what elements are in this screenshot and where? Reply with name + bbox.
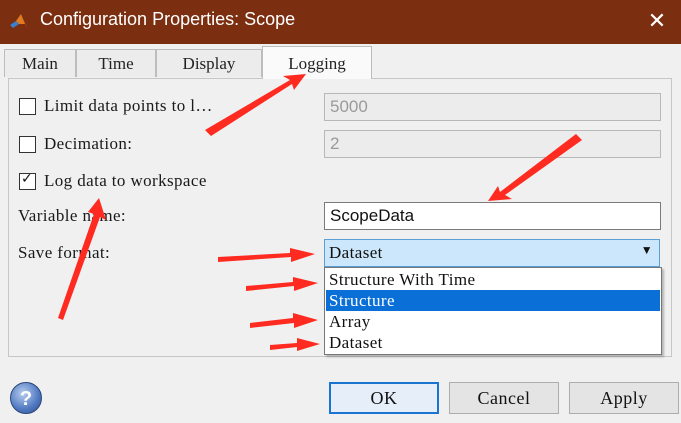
log-to-workspace-checkbox[interactable]: ✓ <box>19 171 36 190</box>
limit-data-points-field[interactable]: 5000 <box>324 93 661 121</box>
option-structure-with-time[interactable]: Structure With Time <box>326 269 660 290</box>
limit-data-points-checkbox[interactable] <box>19 98 36 115</box>
tab-main[interactable]: Main <box>4 49 76 77</box>
save-format-value: Dataset <box>329 243 383 262</box>
tab-time[interactable]: Time <box>76 49 156 77</box>
apply-button[interactable]: Apply <box>569 382 679 414</box>
tab-logging[interactable]: Logging <box>262 46 372 79</box>
chevron-down-icon[interactable]: ▼ <box>641 243 653 258</box>
cancel-button[interactable]: Cancel <box>449 382 559 414</box>
option-dataset[interactable]: Dataset <box>326 332 660 353</box>
close-icon[interactable]: ✕ <box>644 8 670 34</box>
save-format-label: Save format: <box>18 243 111 262</box>
decimation-field[interactable]: 2 <box>324 130 661 158</box>
save-format-select[interactable]: Dataset ▼ <box>324 239 660 267</box>
limit-data-points-label: Limit data points to l… <box>44 96 213 115</box>
decimation-label: Decimation: <box>44 134 133 153</box>
title-bar: Configuration Properties: Scope ✕ <box>0 0 681 44</box>
option-structure[interactable]: Structure <box>326 290 660 311</box>
variable-name-input[interactable]: ScopeData <box>324 202 661 230</box>
save-format-dropdown: Structure With Time Structure Array Data… <box>324 267 662 355</box>
log-to-workspace-label: Log data to workspace <box>44 171 207 190</box>
matlab-icon <box>10 14 28 29</box>
window-title: Configuration Properties: Scope <box>40 9 296 29</box>
decimation-checkbox[interactable] <box>19 136 36 153</box>
variable-name-label: Variable name: <box>18 206 127 225</box>
tab-display[interactable]: Display <box>156 49 262 77</box>
check-mark-icon: ✓ <box>21 171 33 187</box>
option-array[interactable]: Array <box>326 311 660 332</box>
ok-button[interactable]: OK <box>329 382 439 414</box>
help-icon[interactable]: ? <box>10 382 42 414</box>
